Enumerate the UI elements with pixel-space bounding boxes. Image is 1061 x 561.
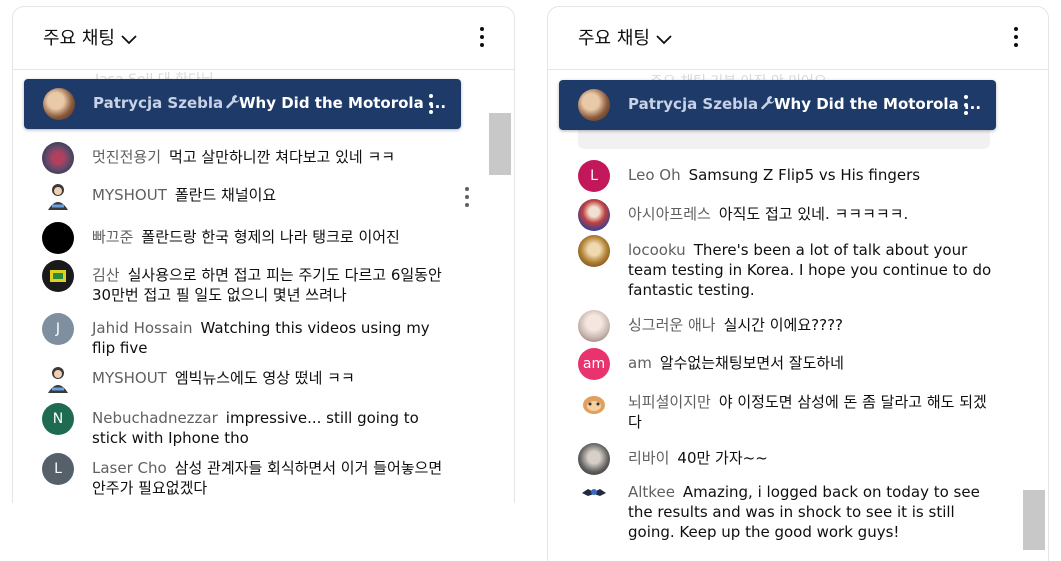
pinned-message-banner[interactable]: Patrycja Szebla Why Did the Motorola ... bbox=[559, 80, 996, 130]
pinned-title: Why Did the Motorola ... bbox=[774, 95, 982, 113]
avatar: J bbox=[42, 313, 74, 345]
avatar: N bbox=[42, 403, 74, 435]
message-text: Amazing, i logged back on today to see t… bbox=[628, 483, 980, 541]
chat-header: 주요 채팅 bbox=[13, 7, 514, 70]
pinned-author: Patrycja Szebla bbox=[628, 95, 776, 115]
avatar bbox=[578, 387, 610, 419]
message-author: Laser Cho bbox=[92, 459, 167, 477]
avatar bbox=[42, 363, 74, 395]
message-author: 김산 bbox=[92, 266, 120, 284]
message-text: 실시간 이에요???? bbox=[723, 316, 843, 334]
message-author: 뇌피셜이지만 bbox=[628, 393, 711, 411]
message-author: Altkee bbox=[628, 483, 675, 501]
message-author: 빠끄준 bbox=[92, 228, 134, 246]
message-author: Jahid Hossain bbox=[92, 319, 193, 337]
message-text: 실사용으로 하면 접고 피는 주기도 다르고 6일동안 30만번 접고 필 일도… bbox=[92, 266, 442, 304]
chat-mode-dropdown[interactable]: 주요 채팅 bbox=[578, 24, 672, 50]
more-options-icon[interactable] bbox=[960, 95, 972, 117]
avatar: am bbox=[578, 348, 610, 380]
scrollbar-thumb[interactable] bbox=[1023, 490, 1045, 550]
message-author: locooku bbox=[628, 241, 686, 259]
message-author: am bbox=[628, 354, 652, 372]
avatar bbox=[578, 443, 610, 475]
avatar bbox=[42, 180, 74, 212]
message-author: 아시아프레스 bbox=[628, 205, 711, 223]
chat-mode-label: 주요 채팅 bbox=[43, 28, 115, 49]
message-text: 먹고 살만하니깐 쳐다보고 있네 ㅋㅋ bbox=[169, 148, 396, 166]
more-options-icon[interactable] bbox=[474, 27, 490, 51]
pinned-message-banner[interactable]: Patrycja Szebla Why Did the Motorola ... bbox=[24, 79, 461, 129]
message-text: 아직도 접고 있네. ㅋㅋㅋㅋㅋ. bbox=[718, 205, 909, 223]
avatar bbox=[42, 142, 74, 174]
chat-mode-dropdown[interactable]: 주요 채팅 bbox=[43, 24, 137, 50]
message-text: 엠빅뉴스에도 영상 떴네 ㅋㅋ bbox=[174, 369, 355, 387]
message-options-icon[interactable] bbox=[463, 187, 471, 209]
message-text: 40만 가자~~ bbox=[677, 449, 768, 467]
avatar bbox=[578, 310, 610, 342]
message-author: Nebuchadnezzar bbox=[92, 409, 218, 427]
avatar bbox=[578, 477, 610, 509]
avatar bbox=[578, 235, 610, 267]
message-author: 싱그러운 애나 bbox=[628, 316, 716, 334]
chat-mode-label: 주요 채팅 bbox=[578, 28, 650, 49]
pinned-banner-tray bbox=[578, 129, 990, 149]
message-author: MYSHOUT bbox=[92, 369, 167, 387]
message-author: Leo Oh bbox=[628, 166, 681, 184]
avatar bbox=[42, 260, 74, 292]
message-text: 알수없는채팅보면서 잘도하네 bbox=[659, 354, 844, 372]
message-text: 폴란드랑 한국 형제의 나라 탱크로 이어진 bbox=[141, 228, 400, 246]
chevron-down-icon bbox=[656, 29, 672, 50]
message-author: 멋진전용기 bbox=[92, 148, 162, 166]
avatar bbox=[578, 89, 610, 121]
pinned-author: Patrycja Szebla bbox=[93, 94, 241, 114]
avatar bbox=[42, 222, 74, 254]
chat-header: 주요 채팅 bbox=[548, 7, 1048, 70]
avatar bbox=[578, 199, 610, 231]
avatar: L bbox=[578, 160, 610, 192]
chevron-down-icon bbox=[121, 29, 137, 50]
avatar bbox=[43, 88, 75, 120]
scrollbar-thumb[interactable] bbox=[489, 113, 511, 175]
message-text: Samsung Z Flip5 vs His fingers bbox=[688, 166, 921, 184]
more-options-icon[interactable] bbox=[1008, 27, 1024, 51]
message-author: 리바이 bbox=[628, 449, 670, 467]
message-text: 폴란드 채널이요 bbox=[174, 186, 277, 204]
pinned-title: Why Did the Motorola ... bbox=[239, 94, 447, 112]
more-options-icon[interactable] bbox=[425, 94, 437, 116]
message-author: MYSHOUT bbox=[92, 186, 167, 204]
avatar: L bbox=[42, 453, 74, 485]
